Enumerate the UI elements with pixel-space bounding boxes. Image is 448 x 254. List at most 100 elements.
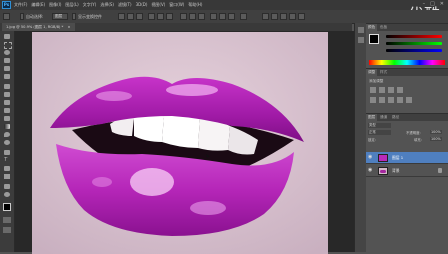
move-tool-preset-icon[interactable] (3, 13, 10, 20)
distribute-left-icon[interactable] (210, 13, 217, 20)
tab-swatches[interactable]: 色板 (378, 24, 390, 31)
menu-layer[interactable]: 图层(L) (65, 2, 78, 8)
add-adjustment-label: 添加调整 (369, 79, 384, 83)
properties-panel-icon[interactable] (358, 37, 364, 43)
quick-mask-icon[interactable] (3, 217, 11, 223)
align-bottom-icon[interactable] (136, 13, 143, 20)
menu-image[interactable]: 图像(I) (49, 2, 61, 8)
layer-select-dropdown[interactable]: 图层 (52, 13, 68, 20)
3d-rotate-icon[interactable] (262, 13, 269, 20)
tab-color[interactable]: 颜色 (366, 24, 378, 31)
align-right-icon[interactable] (166, 13, 173, 20)
red-slider[interactable] (386, 35, 442, 38)
levels-icon[interactable] (379, 87, 385, 93)
visibility-eye-icon[interactable]: ◉ (368, 168, 374, 173)
clone-stamp-icon[interactable] (3, 99, 11, 106)
shape-icon[interactable] (3, 173, 11, 180)
layer-kind-label: 类型 (369, 123, 376, 127)
brush-icon[interactable] (3, 91, 11, 98)
distribute-vcenter-icon[interactable] (189, 13, 196, 20)
eraser-icon[interactable] (3, 115, 11, 122)
layer-row-1[interactable]: ◉ 图层 1 (366, 152, 448, 164)
3d-slide-icon[interactable] (289, 13, 296, 20)
type-icon[interactable]: T (3, 157, 11, 164)
zoom-icon[interactable] (3, 191, 11, 198)
menu-3d[interactable]: 3D(D) (136, 2, 148, 8)
path-select-icon[interactable] (3, 165, 11, 172)
layer-row-background[interactable]: ◉ 背景 (366, 165, 448, 177)
align-vcenter-icon[interactable] (127, 13, 134, 20)
show-transform-checkbox[interactable] (72, 13, 76, 20)
menu-type[interactable]: 文字(Y) (83, 2, 97, 8)
menu-select[interactable]: 选择(S) (100, 2, 114, 8)
close-button[interactable]: ✕ (440, 2, 444, 7)
hand-icon[interactable] (3, 183, 11, 190)
exposure-icon[interactable] (397, 87, 403, 93)
document-canvas[interactable] (32, 32, 328, 254)
distribute-right-icon[interactable] (228, 13, 235, 20)
tab-adjustments[interactable]: 调整 (366, 69, 378, 76)
distribute-bottom-icon[interactable] (198, 13, 205, 20)
blend-mode-dropdown[interactable]: 正常 (368, 130, 391, 135)
photo-filter-icon[interactable] (406, 97, 412, 103)
fill-label: 填充: (414, 138, 422, 142)
menu-help[interactable]: 帮助(H) (188, 2, 202, 8)
document-tab-close-icon[interactable]: × (67, 25, 70, 29)
options-bar: 自动选择: 图层 显示变换控件 (0, 10, 448, 24)
document-tab[interactable]: 1.jpg @ 50.9% (图层 1, RGB/8) * × (2, 23, 75, 31)
distribute-top-icon[interactable] (180, 13, 187, 20)
healing-icon[interactable] (3, 83, 11, 90)
brightness-icon[interactable] (370, 87, 376, 93)
crop-icon[interactable] (3, 65, 11, 72)
hue-saturation-icon[interactable] (379, 97, 385, 103)
blue-slider[interactable] (386, 49, 442, 52)
distribute-hcenter-icon[interactable] (219, 13, 226, 20)
marquee-icon[interactable] (3, 41, 12, 49)
move-icon[interactable] (3, 33, 11, 40)
visibility-eye-icon[interactable]: ◉ (368, 155, 374, 160)
quick-select-icon[interactable] (3, 57, 11, 64)
lock-label: 锁定: (368, 138, 376, 142)
menu-edit[interactable]: 编辑(E) (31, 2, 45, 8)
auto-select-checkbox[interactable] (20, 13, 24, 20)
vibrance-icon[interactable] (370, 97, 376, 103)
blur-icon[interactable] (3, 131, 11, 138)
gradient-icon[interactable] (3, 123, 11, 130)
fill-value[interactable]: 100% (430, 137, 442, 141)
tab-styles[interactable]: 样式 (378, 69, 390, 76)
menu-view[interactable]: 视图(V) (151, 2, 165, 8)
menu-file[interactable]: 文件(F) (14, 2, 27, 8)
adjustment-icons-row2 (370, 97, 412, 103)
tab-layers[interactable]: 图层 (366, 114, 378, 121)
pen-icon[interactable] (3, 149, 11, 156)
3d-pan-icon[interactable] (280, 13, 287, 20)
auto-align-icon[interactable] (240, 13, 247, 20)
lasso-icon[interactable] (3, 49, 11, 56)
menu-window[interactable]: 窗口(W) (169, 2, 184, 8)
curves-icon[interactable] (388, 87, 394, 93)
align-top-icon[interactable] (118, 13, 125, 20)
foreground-color-swatch[interactable] (3, 203, 11, 211)
green-slider[interactable] (386, 42, 442, 45)
align-left-icon[interactable] (148, 13, 155, 20)
layers-panel: 图层 通道 路径 类型 正常 不透明度: 100% 锁定: 填充: 100% ◉… (366, 113, 448, 253)
screen-mode-icon[interactable] (3, 227, 11, 233)
menu-filter[interactable]: 滤镜(T) (118, 2, 132, 8)
color-foreground-swatch[interactable] (369, 34, 379, 44)
align-hcenter-icon[interactable] (157, 13, 164, 20)
tab-channels[interactable]: 通道 (378, 114, 390, 121)
dodge-icon[interactable] (3, 139, 11, 146)
history-panel-icon[interactable] (358, 27, 364, 33)
adjustments-panel-tabs: 调整 样式 (366, 69, 448, 76)
black-white-icon[interactable] (397, 97, 403, 103)
layer-kind-filter[interactable]: 类型 (368, 123, 391, 128)
color-spectrum-ramp[interactable] (369, 60, 445, 65)
3d-scale-icon[interactable] (298, 13, 305, 20)
color-balance-icon[interactable] (388, 97, 394, 103)
eyedropper-icon[interactable] (3, 73, 11, 80)
history-brush-icon[interactable] (3, 107, 11, 114)
opacity-value[interactable]: 100% (430, 130, 442, 134)
opacity-label: 不透明度: (406, 131, 421, 135)
3d-roll-icon[interactable] (271, 13, 278, 20)
tab-paths[interactable]: 路径 (390, 114, 402, 121)
